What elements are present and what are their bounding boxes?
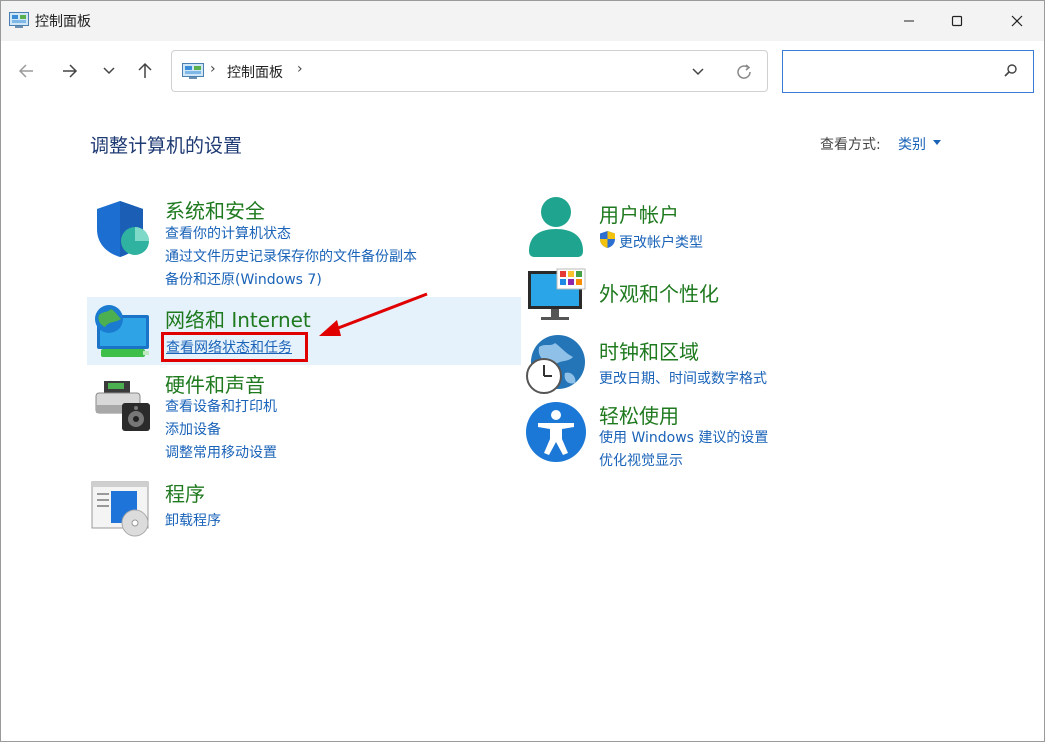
category-title-ease-of-access[interactable]: 轻松使用 (599, 400, 679, 429)
title-bar: 控制面板 (1, 1, 1044, 41)
chevron-down-icon (103, 67, 115, 75)
minimize-icon (904, 20, 914, 22)
control-panel-icon (9, 12, 29, 28)
breadcrumb-control-panel[interactable]: 控制面板 (227, 62, 283, 82)
link-recommended-settings[interactable]: 使用 Windows 建议的设置 (599, 427, 768, 447)
window-title: 控制面板 (35, 14, 91, 30)
link-uninstall-program[interactable]: 卸载程序 (165, 510, 221, 530)
refresh-icon (737, 64, 751, 79)
category-title-system-security[interactable]: 系统和安全 (165, 195, 265, 224)
search-box[interactable] (782, 50, 1034, 93)
link-backup-restore[interactable]: 备份和还原(Windows 7) (165, 269, 322, 289)
programs-icon[interactable] (91, 481, 153, 537)
close-button[interactable] (994, 1, 1040, 41)
accessibility-icon[interactable] (525, 401, 587, 463)
category-title-programs[interactable]: 程序 (165, 478, 205, 507)
annotation-red-box (161, 332, 308, 362)
address-bar[interactable]: › 控制面板 › (171, 50, 768, 92)
clock-region-icon[interactable] (525, 333, 587, 395)
close-icon (1011, 15, 1023, 27)
printer-speaker-icon[interactable] (94, 379, 154, 433)
link-optimize-visual-display[interactable]: 优化视觉显示 (599, 450, 683, 470)
arrow-up-icon (138, 62, 152, 78)
link-change-account-type[interactable]: 更改帐户类型 (619, 232, 703, 252)
caret-down-icon[interactable] (933, 140, 941, 145)
chevron-right-icon[interactable]: › (297, 61, 303, 77)
link-mobility-settings[interactable]: 调整常用移动设置 (165, 442, 277, 462)
view-by-label: 查看方式: (820, 137, 881, 153)
appearance-monitor-icon[interactable] (527, 267, 587, 323)
recent-locations-button[interactable] (95, 57, 123, 85)
up-button[interactable] (131, 57, 159, 85)
chevron-right-icon: › (210, 61, 216, 77)
link-change-date-time-format[interactable]: 更改日期、时间或数字格式 (599, 368, 767, 388)
view-by-dropdown[interactable]: 类别 (898, 134, 926, 154)
arrow-left-icon (18, 64, 33, 78)
category-title-clock-region[interactable]: 时钟和区域 (599, 336, 699, 365)
maximize-icon (951, 15, 963, 27)
link-file-history-backup[interactable]: 通过文件历史记录保存你的文件备份副本 (165, 246, 417, 266)
network-globe-icon[interactable] (93, 301, 153, 361)
uac-shield-icon (600, 231, 615, 248)
category-title-hardware-sound[interactable]: 硬件和声音 (165, 369, 265, 398)
category-title-user-accounts[interactable]: 用户帐户 (599, 199, 679, 228)
link-add-device[interactable]: 添加设备 (165, 419, 221, 439)
page-title: 调整计算机的设置 (90, 135, 243, 157)
search-input[interactable] (791, 59, 995, 85)
maximize-button[interactable] (934, 1, 980, 41)
category-title-network-internet[interactable]: 网络和 Internet (165, 304, 311, 333)
minimize-button[interactable] (886, 1, 932, 41)
address-dropdown-button[interactable] (686, 61, 710, 83)
user-account-icon[interactable] (527, 195, 585, 259)
chevron-down-icon (692, 68, 704, 76)
category-title-appearance[interactable]: 外观和个性化 (599, 278, 719, 307)
annotation-arrow-icon (319, 292, 428, 336)
control-panel-icon (182, 63, 204, 79)
arrow-right-icon (63, 64, 78, 78)
link-devices-printers[interactable]: 查看设备和打印机 (165, 396, 277, 416)
control-panel-window: 控制面板 › 控制面板 › 调整计算机的设置 查看方式: 类别 系统和安全 查看… (0, 0, 1045, 742)
back-button[interactable] (12, 57, 40, 85)
link-view-computer-status[interactable]: 查看你的计算机状态 (165, 223, 291, 243)
shield-icon[interactable] (93, 199, 151, 259)
search-icon (1004, 64, 1017, 77)
forward-button[interactable] (56, 57, 84, 85)
refresh-button[interactable] (732, 60, 756, 84)
